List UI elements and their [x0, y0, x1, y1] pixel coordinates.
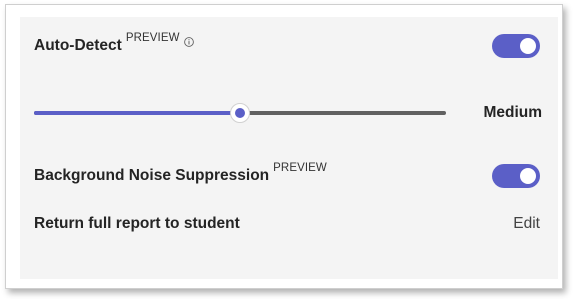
auto-detect-toggle[interactable] — [492, 34, 540, 58]
settings-frame: Auto-Detect PREVIEW Medium Background No… — [5, 4, 563, 289]
noise-suppression-preview-badge: PREVIEW — [273, 162, 327, 174]
noise-suppression-label: Background Noise Suppression — [34, 167, 270, 184]
sensitivity-slider-row: Medium — [34, 101, 542, 125]
sensitivity-value: Medium — [483, 104, 542, 121]
slider-track-fill — [34, 111, 240, 115]
full-report-row: Return full report to student Edit — [34, 211, 540, 237]
full-report-label: Return full report to student — [34, 215, 240, 232]
auto-detect-row: Auto-Detect PREVIEW — [34, 32, 540, 59]
auto-detect-preview-badge: PREVIEW — [125, 32, 180, 44]
slider-thumb[interactable] — [230, 103, 250, 123]
auto-detect-label-group: Auto-Detect PREVIEW — [34, 32, 194, 55]
slider-thumb-dot — [235, 108, 245, 118]
settings-card: Auto-Detect PREVIEW Medium Background No… — [20, 17, 558, 279]
auto-detect-label: Auto-Detect — [34, 37, 122, 54]
edit-link[interactable]: Edit — [513, 215, 540, 233]
noise-suppression-toggle[interactable] — [492, 164, 540, 188]
toggle-knob — [520, 168, 536, 184]
toggle-knob — [520, 38, 536, 54]
sensitivity-slider[interactable] — [34, 101, 446, 125]
info-icon[interactable] — [183, 34, 194, 47]
noise-suppression-label-group: Background Noise Suppression PREVIEW — [34, 162, 327, 185]
noise-suppression-row: Background Noise Suppression PREVIEW — [34, 162, 540, 189]
